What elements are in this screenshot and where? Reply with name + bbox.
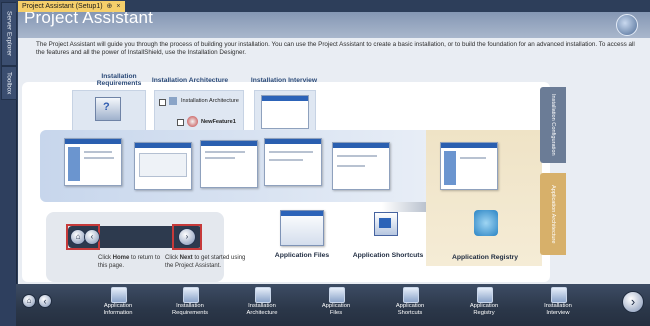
page-title: Project Assistant (24, 12, 154, 27)
application-shortcuts-label[interactable]: Application Shortcuts (348, 252, 428, 259)
application-shortcuts-icon[interactable] (374, 212, 398, 236)
application-shortcuts-nav-icon (403, 287, 419, 303)
finish-dialog-thumbnail[interactable] (440, 142, 498, 190)
server-explorer-tab[interactable]: Server Explorer (1, 2, 17, 66)
preview-back-icon: ‹ (84, 229, 100, 245)
installation-configuration-card[interactable]: Installation Configuration (540, 87, 566, 163)
installation-interview-icon (551, 287, 567, 303)
destination-dialog-thumbnail[interactable] (264, 138, 322, 186)
application-registry-nav-icon (477, 287, 493, 303)
welcome-dialog-thumbnail[interactable] (64, 138, 122, 186)
installshield-logo-icon (616, 14, 638, 36)
toolbox-label: Toolbox (5, 71, 13, 95)
application-architecture-label: Application Architecture (550, 184, 556, 244)
project-assistant-page: Project Assistant The Project Assistant … (18, 12, 650, 284)
close-icon[interactable]: × (116, 1, 120, 12)
customer-info-dialog-thumbnail[interactable] (200, 140, 258, 188)
nav-application-registry[interactable]: Application Registry (450, 284, 518, 326)
setup-type-dialog-thumbnail[interactable] (332, 142, 390, 190)
installation-requirements-icon (183, 287, 199, 303)
question-mark-icon: ? (103, 101, 110, 113)
document-tab-bar: Project Assistant (Setup1) ⊕ × (16, 0, 650, 12)
application-files-icon[interactable] (280, 210, 324, 246)
license-dialog-thumbnail[interactable] (134, 142, 192, 190)
nav-application-information[interactable]: Application Information (84, 284, 152, 326)
installation-architecture-icon (255, 287, 271, 303)
application-files-nav-icon (329, 287, 345, 303)
interview-dialog-icon (261, 95, 309, 129)
architecture-root-label[interactable]: Installation Architecture (181, 98, 239, 104)
nav-application-files[interactable]: Application Files (302, 284, 370, 326)
side-tool-strip: Server Explorer Toolbox (0, 0, 17, 326)
nav-installation-interview[interactable]: Installation Interview (524, 284, 592, 326)
application-files-label[interactable]: Application Files (262, 252, 342, 259)
feature-label[interactable]: NewFeature1 (201, 119, 236, 125)
server-explorer-label: Server Explorer (5, 11, 13, 57)
application-architecture-card[interactable]: Application Architecture (540, 173, 566, 255)
document-tab-title: Project Assistant (Setup1) (22, 3, 103, 10)
application-registry-label[interactable]: Application Registry (442, 254, 528, 261)
interview-box[interactable] (254, 90, 316, 134)
installation-architecture-heading: Installation Architecture (151, 77, 229, 84)
back-arrow-icon[interactable]: ‹ (38, 294, 52, 308)
bottom-navigation-bar: ⌂ ‹ Application Information Installation R… (16, 284, 650, 326)
home-instructions: Click Home to return to this page. (98, 255, 161, 269)
home-icon[interactable]: ⌂ (22, 294, 36, 308)
toolbox-tab[interactable]: Toolbox (1, 66, 17, 100)
collapse-icon[interactable] (159, 99, 166, 106)
nav-installation-requirements[interactable]: Installation Requirements (156, 284, 224, 326)
nav-installation-architecture[interactable]: Installation Architecture (228, 284, 296, 326)
pin-icon[interactable]: ⊕ (107, 1, 113, 12)
nav-application-shortcuts[interactable]: Application Shortcuts (376, 284, 444, 326)
application-registry-icon[interactable] (474, 210, 498, 236)
application-information-icon (111, 287, 127, 303)
feature-icon (187, 116, 198, 127)
installation-interview-heading: Installation Interview (250, 77, 318, 84)
preview-next-icon: › (178, 228, 196, 246)
navigation-bar-preview: ⌂ ‹ › (66, 224, 202, 250)
page-header: Project Assistant (18, 12, 650, 38)
installation-configuration-label: Installation Configuration (550, 94, 556, 156)
architecture-node-icon (169, 97, 177, 105)
installation-requirements-heading: Installation Requirements (96, 73, 142, 87)
feature-collapse-icon[interactable] (177, 119, 184, 126)
navigation-help-panel: ⌂ ‹ › Click Home to return to this page.… (46, 212, 245, 282)
next-instructions: Click Next to get started using the Proj… (165, 255, 246, 269)
document-tab[interactable]: Project Assistant (Setup1) ⊕ × (18, 1, 125, 12)
next-arrow-icon[interactable]: › (622, 291, 644, 313)
intro-text: The Project Assistant will guide you thr… (36, 41, 635, 57)
